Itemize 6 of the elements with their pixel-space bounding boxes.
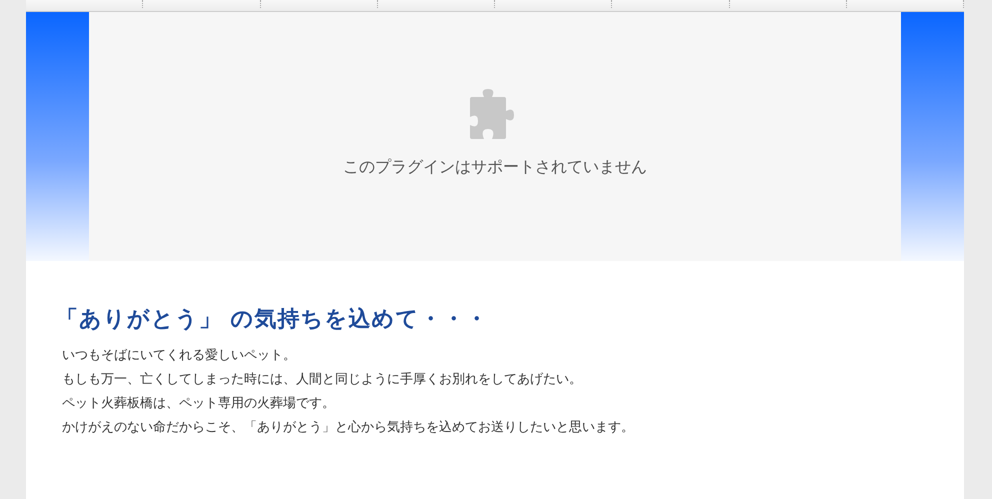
section-heading: 「ありがとう」 の気持ちを込めて・・・ xyxy=(56,305,490,334)
intro-text: かけがえのない命だからこそ、「ありがとう」と心から気持ちを込めてお送りしたいと思います。 xyxy=(62,419,635,437)
plugin-message: このプラグインはサポートされていません xyxy=(343,156,647,178)
intro-text: ペット火葬板橋は、ペット専用の火葬場です。 xyxy=(62,395,336,413)
intro-text: いつもそばにいてくれる愛しいペット。 xyxy=(62,347,297,365)
intro-text: もしも万一、亡くしてしまった時には、人間と同じように手厚くお別れをしてあげたい。 xyxy=(62,371,583,389)
